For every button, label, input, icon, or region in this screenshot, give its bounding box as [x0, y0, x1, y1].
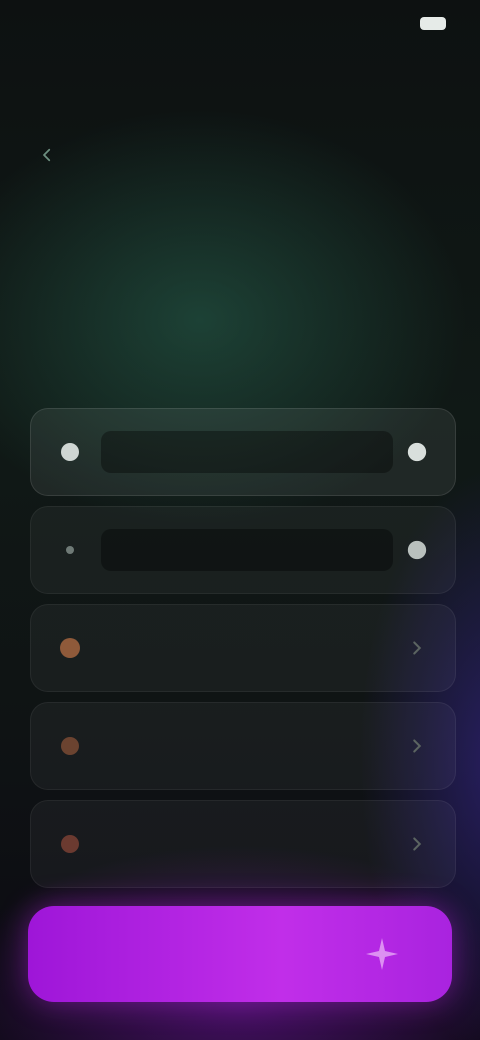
circle-icon	[407, 442, 427, 462]
option-trail[interactable]	[399, 826, 435, 862]
status-bar	[0, 0, 480, 56]
option-row[interactable]	[30, 702, 456, 790]
orange-icon	[61, 835, 79, 853]
option-trail[interactable]	[399, 630, 435, 666]
option-trail[interactable]	[399, 532, 435, 568]
option-bar	[101, 431, 393, 473]
chevron-right-icon	[413, 739, 422, 753]
battery-icon	[420, 17, 446, 30]
option-row[interactable]	[30, 800, 456, 888]
option-bar	[101, 627, 393, 669]
option-bar	[101, 725, 393, 767]
option-lead	[49, 529, 91, 571]
option-lead	[49, 431, 91, 473]
option-lead	[49, 725, 91, 767]
option-row[interactable]	[30, 604, 456, 692]
sparkle-icon	[366, 938, 398, 970]
option-lead	[49, 627, 91, 669]
option-bar	[101, 529, 393, 571]
arrow-left-icon	[43, 148, 51, 162]
dot-icon	[66, 546, 74, 554]
option-row[interactable]	[30, 506, 456, 594]
option-lead	[49, 823, 91, 865]
option-row[interactable]	[30, 408, 456, 496]
status-right-group	[412, 17, 446, 30]
option-trail[interactable]	[399, 434, 435, 470]
circle-icon	[61, 443, 79, 461]
circle-icon	[407, 540, 427, 560]
orange-icon	[61, 737, 79, 755]
chevron-right-icon	[413, 837, 422, 851]
option-bar	[101, 823, 393, 865]
orange-icon	[60, 638, 80, 658]
back-button[interactable]	[30, 138, 64, 172]
continue-button[interactable]	[28, 906, 452, 1002]
option-list	[30, 408, 456, 898]
chevron-right-icon	[413, 641, 422, 655]
option-trail[interactable]	[399, 728, 435, 764]
